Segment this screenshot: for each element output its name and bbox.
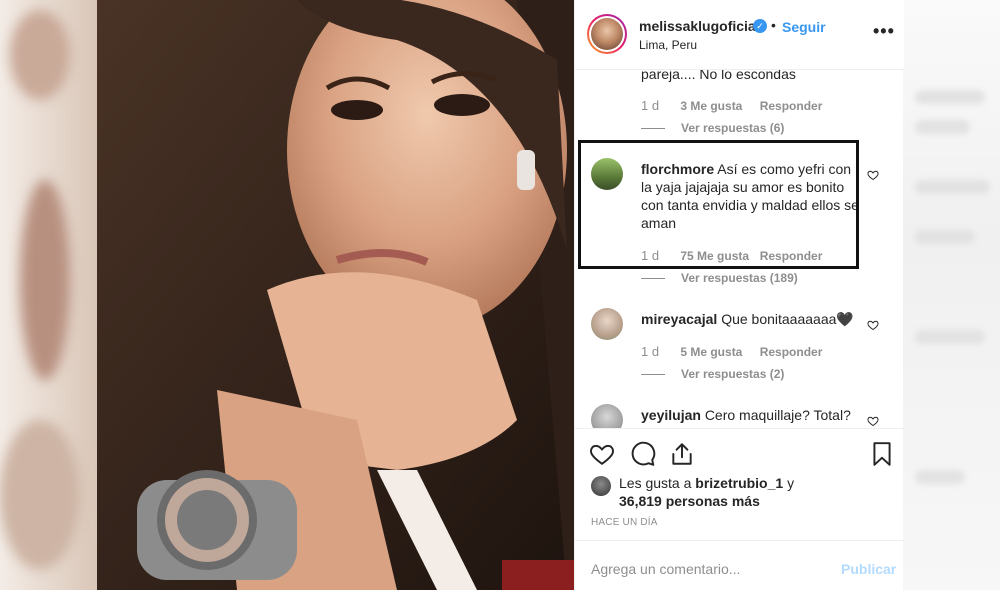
reply-button[interactable]: Responder [760, 99, 823, 113]
author-username[interactable]: melissaklugoficial [639, 18, 760, 34]
likes-count[interactable]: 36,819 personas más [619, 492, 760, 510]
view-replies-button[interactable]: Ver respuestas (189) [641, 271, 798, 285]
publish-button[interactable]: Publicar [841, 561, 896, 577]
post-location[interactable]: Lima, Peru [639, 38, 697, 52]
replies-line [641, 128, 665, 130]
commenter-avatar[interactable] [591, 404, 623, 428]
replies-line [641, 374, 665, 376]
reply-button[interactable]: Responder [760, 345, 823, 359]
view-replies-button[interactable]: Ver respuestas (6) [641, 121, 784, 135]
comment-text: Cero maquillaje? Total? [704, 407, 851, 423]
comment-time[interactable]: 1 d [641, 98, 677, 113]
like-comment-heart-icon[interactable] [867, 415, 879, 427]
post-action-bar [575, 428, 904, 468]
commenter-username[interactable]: florchmore [641, 161, 714, 177]
comments-list[interactable]: pareja.... No lo escondas 1 d 3 Me gusta… [575, 70, 904, 428]
verified-badge-icon: ✓ [753, 19, 767, 33]
commenter-avatar[interactable] [591, 158, 623, 190]
comment-likes[interactable]: 3 Me gusta [680, 99, 756, 113]
author-avatar[interactable] [587, 14, 627, 54]
comment-meta: 1 d 5 Me gusta Responder [641, 344, 822, 359]
likes-prefix: Les gusta a [619, 475, 696, 491]
like-comment-heart-icon[interactable] [867, 169, 879, 181]
comment-body: yeyilujan Cero maquillaje? Total? [641, 406, 861, 424]
follow-button[interactable]: Seguir [782, 19, 826, 35]
likes-suffix: y [783, 475, 795, 491]
comment-meta: 1 d 3 Me gusta Responder [641, 98, 822, 113]
add-comment-input[interactable]: Agrega un comentario... [591, 561, 740, 577]
comment-body: mireyacajal Que bonitaaaaaaa🖤 [641, 310, 861, 328]
like-comment-heart-icon[interactable] [867, 319, 879, 331]
commenter-avatar[interactable] [591, 308, 623, 340]
replies-line [641, 278, 665, 280]
liker-avatar[interactable] [591, 476, 611, 496]
likes-first-line: Les gusta a brizetrubio_1 y [619, 474, 794, 492]
view-replies-button[interactable]: Ver respuestas (2) [641, 367, 784, 381]
post-photo-illustration [97, 0, 574, 590]
view-replies-label: Ver respuestas (189) [681, 271, 798, 285]
comment-time[interactable]: 1 d [641, 344, 677, 359]
comment-bubble-icon[interactable] [630, 441, 656, 467]
post-header: melissaklugoficial ✓ • Seguir Lima, Peru… [575, 0, 904, 70]
view-replies-label: Ver respuestas (6) [681, 121, 785, 135]
comment-likes[interactable]: 5 Me gusta [680, 345, 756, 359]
post-side-panel: melissaklugoficial ✓ • Seguir Lima, Peru… [574, 0, 904, 590]
comment-text: Que bonitaaaaaaa🖤 [721, 311, 854, 327]
background-blur-right [903, 0, 1000, 590]
background-blur-left [0, 0, 97, 590]
comment-time[interactable]: 1 d [641, 248, 677, 263]
like-heart-icon[interactable] [589, 441, 615, 467]
add-comment-bar: Agrega un comentario... Publicar [575, 540, 904, 590]
comment-meta: 1 d 75 Me gusta Responder [641, 248, 822, 263]
share-upload-icon[interactable] [669, 441, 695, 467]
separator-dot: • [771, 17, 776, 33]
reply-button[interactable]: Responder [760, 249, 823, 263]
commenter-username[interactable]: yeyilujan [641, 407, 701, 423]
liker-username[interactable]: brizetrubio_1 [695, 475, 783, 491]
view-replies-label: Ver respuestas (2) [681, 367, 785, 381]
comment-likes[interactable]: 75 Me gusta [680, 249, 756, 263]
bookmark-save-icon[interactable] [869, 441, 895, 467]
commenter-username[interactable]: mireyacajal [641, 311, 717, 327]
post-photo[interactable] [97, 0, 574, 590]
comment-body: florchmore Así es como yefri con la yaja… [641, 160, 861, 232]
comment-text: pareja.... No lo escondas [641, 70, 796, 82]
more-options-icon[interactable]: ••• [873, 21, 895, 42]
post-time-ago[interactable]: HACE UN DÍA [591, 517, 658, 528]
